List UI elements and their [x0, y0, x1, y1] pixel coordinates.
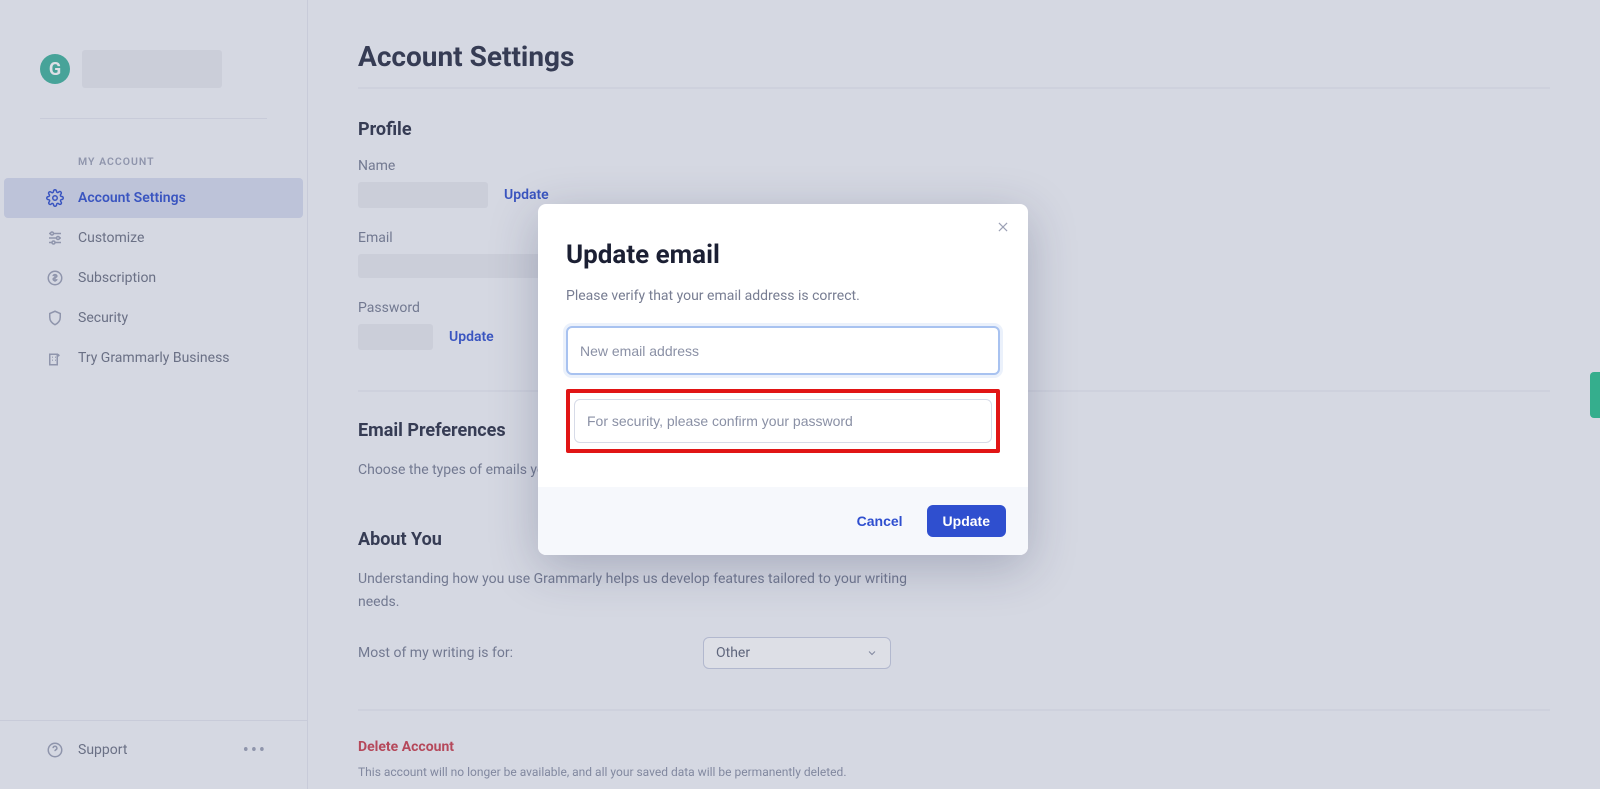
update-name-link[interactable]: Update — [504, 187, 549, 203]
help-icon — [44, 739, 66, 761]
email-value-redacted — [358, 254, 568, 278]
sidebar-footer: Support ••• — [0, 720, 307, 789]
sidebar-item-subscription[interactable]: Subscription — [0, 258, 307, 298]
shield-icon — [44, 307, 66, 329]
writing-select[interactable]: Other — [703, 637, 891, 669]
about-you-text: Understanding how you use Grammarly help… — [358, 568, 918, 613]
chevron-down-icon — [866, 647, 878, 659]
writing-row: Most of my writing is for: Other — [358, 637, 1550, 669]
dollar-icon — [44, 267, 66, 289]
new-email-input[interactable] — [566, 326, 1000, 375]
profile-heading: Profile — [358, 119, 1550, 140]
sliders-icon — [44, 227, 66, 249]
name-value-redacted — [358, 182, 488, 208]
gear-icon — [44, 187, 66, 209]
page-title: Account Settings — [358, 40, 1550, 89]
modal-title: Update email — [566, 240, 1000, 270]
sidebar-section-label: MY ACCOUNT — [0, 149, 307, 178]
delete-account-heading[interactable]: Delete Account — [358, 739, 1550, 755]
delete-account-text: This account will no longer be available… — [358, 765, 1550, 779]
building-icon — [44, 347, 66, 369]
writing-label: Most of my writing is for: — [358, 645, 703, 661]
modal-body: Update email Please verify that your ema… — [538, 204, 1028, 487]
password-value-redacted — [358, 324, 433, 350]
select-value: Other — [716, 645, 750, 661]
sidebar: G MY ACCOUNT Account Settings Customize … — [0, 0, 308, 789]
name-label: Name — [358, 158, 1550, 174]
modal-subtitle: Please verify that your email address is… — [566, 288, 1000, 304]
support-label: Support — [78, 742, 127, 758]
support-link[interactable]: Support — [44, 739, 127, 761]
sidebar-item-label: Security — [78, 310, 128, 326]
sidebar-item-account-settings[interactable]: Account Settings — [4, 178, 303, 218]
sidebar-header: G — [40, 50, 267, 119]
update-email-modal: Update email Please verify that your ema… — [538, 204, 1028, 555]
sidebar-item-label: Subscription — [78, 270, 156, 286]
sidebar-item-security[interactable]: Security — [0, 298, 307, 338]
modal-footer: Cancel Update — [538, 487, 1028, 555]
close-icon[interactable] — [996, 220, 1010, 234]
more-icon[interactable]: ••• — [243, 740, 267, 761]
user-name-redacted — [82, 50, 222, 88]
sidebar-item-label: Account Settings — [78, 190, 186, 206]
sidebar-item-customize[interactable]: Customize — [0, 218, 307, 258]
password-field-highlight — [566, 389, 1000, 453]
update-password-link[interactable]: Update — [449, 329, 494, 345]
logo: G — [40, 54, 70, 84]
sidebar-item-label: Customize — [78, 230, 144, 246]
update-button[interactable]: Update — [927, 505, 1006, 537]
sidebar-item-label: Try Grammarly Business — [78, 350, 230, 366]
cancel-button[interactable]: Cancel — [843, 505, 917, 537]
feedback-tab[interactable] — [1590, 372, 1600, 418]
confirm-password-input[interactable] — [574, 399, 992, 443]
sidebar-item-try-business[interactable]: Try Grammarly Business — [0, 338, 307, 378]
